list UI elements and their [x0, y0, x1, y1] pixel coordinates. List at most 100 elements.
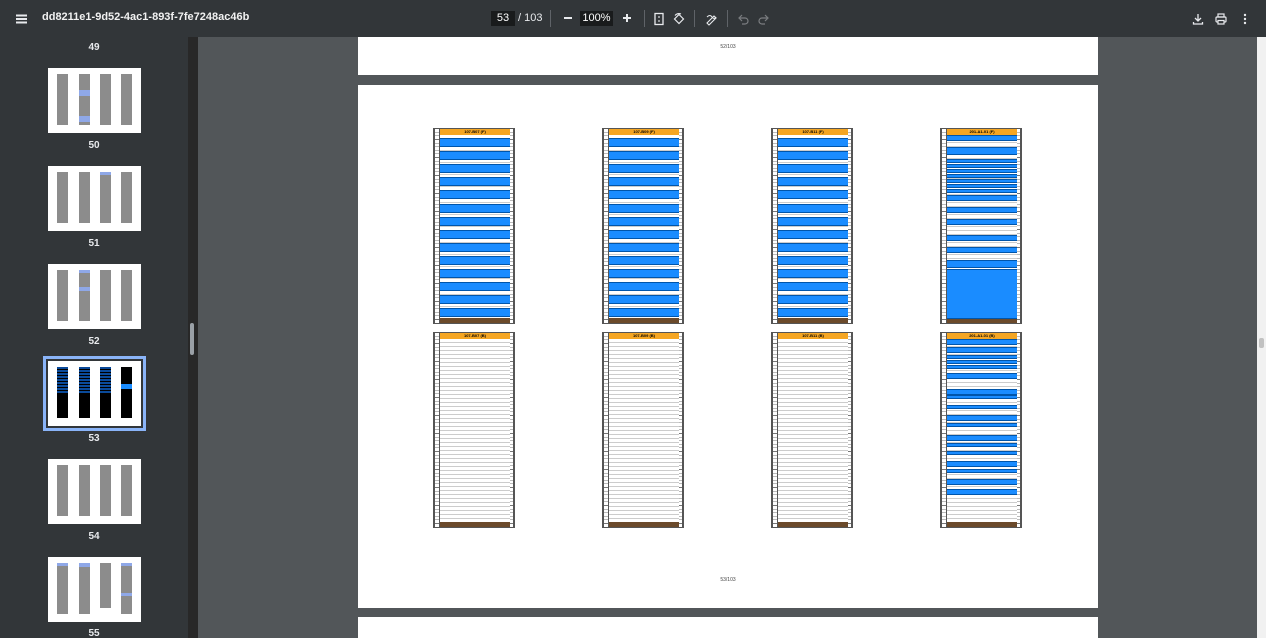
toolbar-divider: [550, 10, 551, 27]
equipment-unit: [440, 295, 510, 305]
rack-label: 107-B09 (F): [609, 129, 679, 135]
thumbnail-page-53[interactable]: [43, 356, 146, 431]
thumbnail-label: 53: [88, 433, 100, 444]
undo-icon[interactable]: [734, 10, 752, 28]
zoom-input[interactable]: 100%: [580, 11, 613, 26]
equipment-unit: [947, 435, 1017, 441]
equipment-unit: [947, 347, 1017, 353]
equipment-unit: [609, 164, 679, 174]
equipment-unit: [947, 423, 1017, 427]
thumbnail-page-51[interactable]: [48, 166, 141, 231]
equipment-unit: [609, 308, 679, 318]
equipment-unit: [947, 405, 1017, 409]
page-footer: 53/103: [720, 577, 736, 583]
equipment-unit: [947, 269, 1017, 319]
thumbnail-label: 50: [88, 140, 100, 151]
equipment-unit: [609, 295, 679, 305]
document-viewer[interactable]: 52/103 53/103 107-B07 (F) 107-B07 (B) 107-…: [198, 37, 1257, 638]
equipment-unit: [947, 164, 1017, 168]
menu-icon[interactable]: [10, 8, 32, 30]
equipment-unit: [947, 169, 1017, 173]
equipment-unit: [947, 415, 1017, 421]
equipment-unit: [947, 373, 1017, 379]
equipment-unit: [609, 229, 679, 239]
thumbnail-label: 55: [88, 628, 100, 638]
equipment-unit: [778, 269, 848, 278]
download-icon[interactable]: [1189, 10, 1207, 28]
equipment-unit: [947, 395, 1017, 399]
more-icon[interactable]: [1236, 10, 1254, 28]
rack-diagram: 107-B07 (B): [433, 332, 515, 528]
thumbnail-page-55[interactable]: [48, 557, 141, 622]
equipment-unit: [947, 355, 1017, 359]
equipment-unit: [778, 255, 848, 265]
equipment-unit: [609, 203, 679, 213]
equipment-unit: [440, 282, 510, 292]
zoom-in-icon[interactable]: [620, 11, 634, 25]
thumbnail-label: 52: [88, 336, 100, 347]
equipment-unit: [440, 216, 510, 226]
equipment-unit: [609, 177, 679, 187]
equipment-unit: [778, 308, 848, 318]
equipment-unit: [947, 179, 1017, 183]
equipment-unit: [947, 235, 1017, 241]
thumbnail-label: 51: [88, 238, 100, 249]
equipment-unit: [778, 242, 848, 252]
equipment-unit: [778, 138, 848, 147]
thumbnail-page-54[interactable]: [48, 459, 141, 524]
equipment-unit: [609, 242, 679, 252]
equipment-unit: [440, 203, 510, 213]
vertical-scrollbar[interactable]: [1257, 37, 1266, 638]
redo-icon[interactable]: [755, 10, 773, 28]
sidebar-resize-handle[interactable]: [190, 323, 194, 355]
equipment-unit: [947, 184, 1017, 188]
equipment-unit: [778, 216, 848, 226]
equipment-unit: [947, 451, 1017, 455]
page-footer: 52/103: [720, 44, 736, 50]
equipment-unit: [778, 177, 848, 187]
print-icon[interactable]: [1212, 10, 1230, 28]
equipment-unit: [947, 469, 1017, 473]
equipment-unit: [609, 282, 679, 292]
equipment-unit: [609, 269, 679, 278]
equipment-unit: [440, 229, 510, 239]
zoom-out-icon[interactable]: [561, 11, 575, 25]
toolbar-divider: [644, 10, 645, 27]
equipment-unit: [440, 151, 510, 161]
thumbnail-sidebar[interactable]: 49 50 51 52 53 54 55: [0, 37, 188, 638]
pdf-toolbar: dd8211e1-9d52-4ac1-893f-7fe7248ac46b 53 …: [0, 0, 1266, 37]
equipment-unit: [778, 164, 848, 174]
equipment-unit: [947, 159, 1017, 163]
equipment-unit: [440, 164, 510, 174]
rack-diagram: 107-B07 (F): [433, 128, 515, 324]
equipment-unit: [778, 151, 848, 161]
equipment-unit: [440, 177, 510, 187]
thumbnail-page-52[interactable]: [48, 264, 141, 329]
rack-label: 107-B11 (F): [778, 129, 848, 135]
rack-label: 107-B07 (B): [440, 333, 510, 339]
rack-label: 107-B07 (F): [440, 129, 510, 135]
fit-page-icon[interactable]: [650, 10, 668, 28]
equipment-unit: [609, 216, 679, 226]
equipment-unit: [778, 190, 848, 200]
thumbnail-page-50[interactable]: [48, 68, 141, 133]
rack-label: 107-B11 (B): [778, 333, 848, 339]
annotate-icon[interactable]: [703, 10, 721, 28]
equipment-unit: [440, 269, 510, 278]
rack-diagram: 201-A1-01 (B): [940, 332, 1022, 528]
equipment-unit: [609, 151, 679, 161]
rotate-icon[interactable]: [670, 10, 688, 28]
equipment-unit: [440, 242, 510, 252]
equipment-unit: [947, 479, 1017, 485]
equipment-unit: [609, 138, 679, 147]
equipment-unit: [947, 147, 1017, 155]
equipment-unit: [947, 135, 1017, 141]
equipment-unit: [947, 489, 1017, 495]
page-number-input[interactable]: 53: [491, 11, 515, 26]
rack-diagram: 107-B09 (F): [602, 128, 684, 324]
page-total: / 103: [518, 12, 543, 24]
equipment-unit: [947, 219, 1017, 225]
pdf-page-53: 53/103 107-B07 (F) 107-B07 (B) 107-B09 (F)…: [358, 85, 1098, 608]
equipment-unit: [609, 255, 679, 265]
equipment-unit: [947, 339, 1017, 345]
